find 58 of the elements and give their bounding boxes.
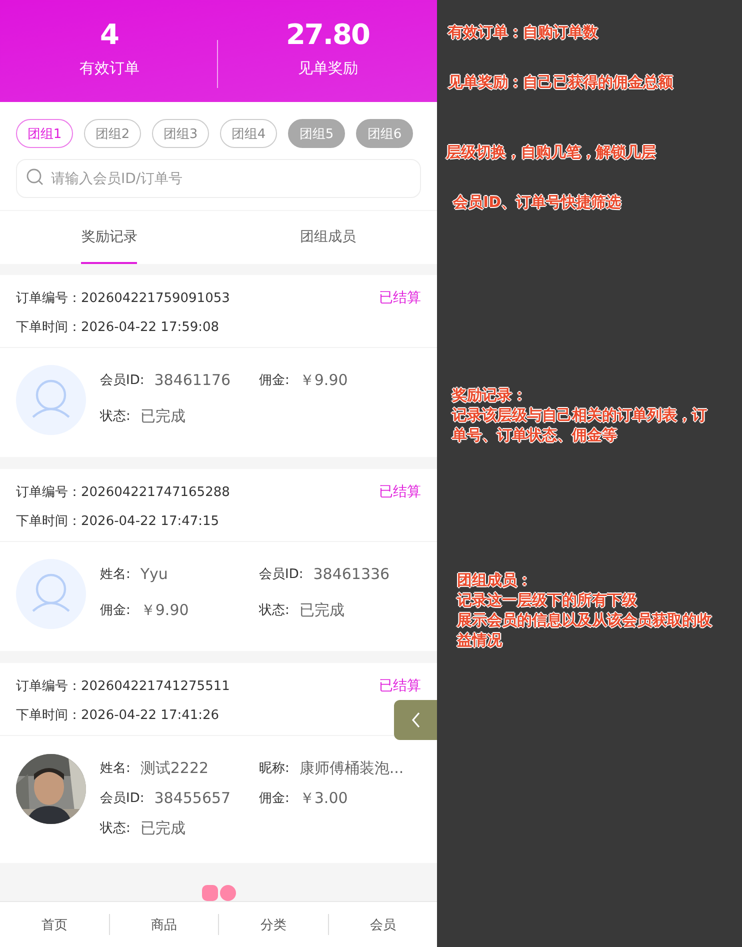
field-value: ￥3.00 [299, 788, 348, 808]
field-value: 已完成 [140, 818, 186, 838]
field-value: 38455657 [154, 789, 231, 807]
field-label: 会员ID: [100, 790, 144, 807]
avatar-icon [16, 365, 86, 435]
group-chip[interactable]: 团组1 [16, 119, 73, 148]
nav-item[interactable]: 首页 [0, 914, 108, 935]
order-time: 下单时间：2026-04-22 17:47:15 [16, 512, 220, 530]
annotation-text: 团组成员： 记录这一层级下的所有下级 展示会员的信息以及从该会员获取的收 益情况 [457, 570, 712, 650]
tab[interactable]: 团组成员 [300, 211, 356, 264]
field-label: 佣金: [259, 372, 290, 389]
nav-item[interactable]: 商品 [108, 914, 218, 935]
loading-indicator [202, 885, 236, 901]
stat-value: 4 [100, 18, 118, 51]
settlement-status: 已结算 [379, 288, 421, 306]
order-number: 订单编号：202604221747165288 [16, 484, 230, 500]
field-label: 姓名: [100, 760, 130, 777]
stat-label: 有效订单 [79, 59, 140, 78]
field-value: ￥9.90 [140, 600, 189, 620]
stat-value: 27.80 [286, 18, 370, 51]
group-chip[interactable]: 团组2 [84, 119, 141, 148]
field-label: 会员ID: [100, 372, 144, 389]
chevron-left-icon [410, 712, 420, 728]
annotation-text: 会员ID、订单号快捷筛选 [453, 192, 622, 212]
order-time: 下单时间：2026-04-22 17:59:08 [16, 318, 220, 336]
field-label: 佣金: [259, 790, 290, 807]
field-label: 会员ID: [259, 566, 304, 583]
field-label: 姓名: [100, 566, 130, 583]
order-number: 订单编号：202604221759091053 [16, 290, 230, 306]
settlement-status: 已结算 [379, 676, 421, 694]
nav-item[interactable]: 分类 [218, 914, 328, 935]
annotation-text: 见单奖励：自己已获得的佣金总额 [448, 72, 673, 92]
field-value: Yyu [140, 565, 168, 583]
order-number: 订单编号：202604221741275511 [16, 678, 230, 694]
field-value: 测试2222 [140, 758, 209, 778]
group-chip[interactable]: 团组3 [152, 119, 209, 148]
order-time: 下单时间：2026-04-22 17:41:26 [16, 706, 220, 724]
collapse-button[interactable] [394, 700, 437, 740]
annotation-text: 层级切换，自购几笔，解锁几层 [446, 142, 656, 162]
annotation-text: 奖励记录： 记录该层级与自己相关的订单列表，订 单号、订单状态、佣金等 [452, 385, 707, 445]
avatar-icon [16, 559, 86, 629]
group-chip[interactable]: 团组4 [220, 119, 277, 148]
field-value: 已完成 [140, 406, 186, 426]
field-value: ￥9.90 [299, 370, 348, 390]
field-label: 昵称: [259, 760, 290, 777]
field-label: 佣金: [100, 602, 130, 619]
field-label: 状态: [259, 602, 290, 619]
tab[interactable]: 奖励记录 [81, 211, 138, 264]
stat-label: 见单奖励 [298, 59, 358, 78]
search-field[interactable]: 请输入会员ID/订单号 [0, 159, 437, 210]
field-label: 状态: [100, 408, 130, 425]
field-value: 康师傅桶装泡... [299, 758, 404, 778]
field-value: 38461336 [313, 565, 390, 583]
field-label: 状态: [100, 820, 130, 837]
field-value: 38461176 [154, 371, 231, 389]
annotation-text: 有效订单：自购订单数 [448, 22, 598, 42]
field-value: 已完成 [299, 600, 344, 620]
settlement-status: 已结算 [379, 482, 421, 500]
